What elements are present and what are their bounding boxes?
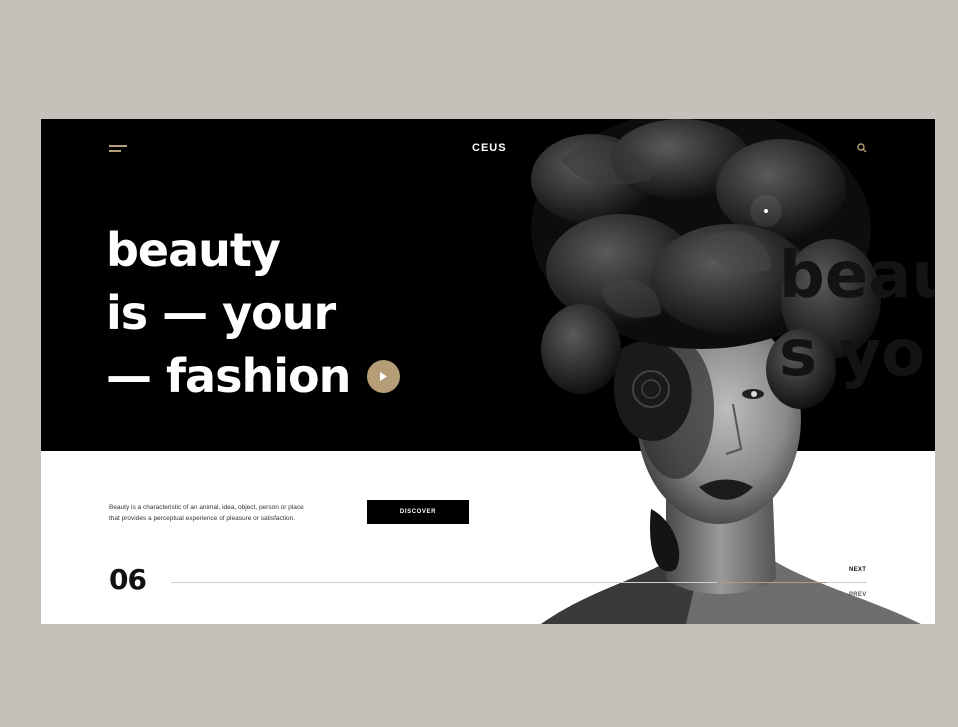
- description-line-2: that provides a perceptual experience of…: [109, 515, 296, 522]
- slide-number: 06: [109, 563, 147, 596]
- slider-progress-indicator: [717, 582, 827, 583]
- search-icon[interactable]: [857, 143, 867, 153]
- next-slide-link[interactable]: NEXT: [849, 567, 866, 573]
- headline-line-2: is — your: [106, 286, 336, 340]
- headline-line-3: — fashion: [106, 349, 351, 403]
- play-icon: [380, 372, 387, 381]
- menu-line-top: [109, 145, 127, 147]
- brand-logo[interactable]: CEUS: [472, 142, 507, 154]
- slider-dot-button[interactable]: [750, 195, 782, 227]
- dot-icon: [764, 209, 768, 213]
- description-text: Beauty is a characteristic of an animal,…: [109, 502, 349, 524]
- portrait-image: [531, 119, 921, 624]
- play-video-button[interactable]: [367, 360, 400, 393]
- hero-headline: beauty is — your — fashion: [106, 219, 351, 408]
- prev-slide-link[interactable]: PREV: [849, 592, 867, 598]
- landing-page: beau s yo CEUS beauty is — your — fashio…: [41, 119, 935, 624]
- hamburger-menu-icon[interactable]: [109, 145, 129, 153]
- discover-button[interactable]: DISCOVER: [367, 500, 469, 524]
- menu-line-bottom: [109, 150, 121, 152]
- headline-line-1: beauty: [106, 223, 281, 277]
- description-line-1: Beauty is a characteristic of an animal,…: [109, 504, 304, 511]
